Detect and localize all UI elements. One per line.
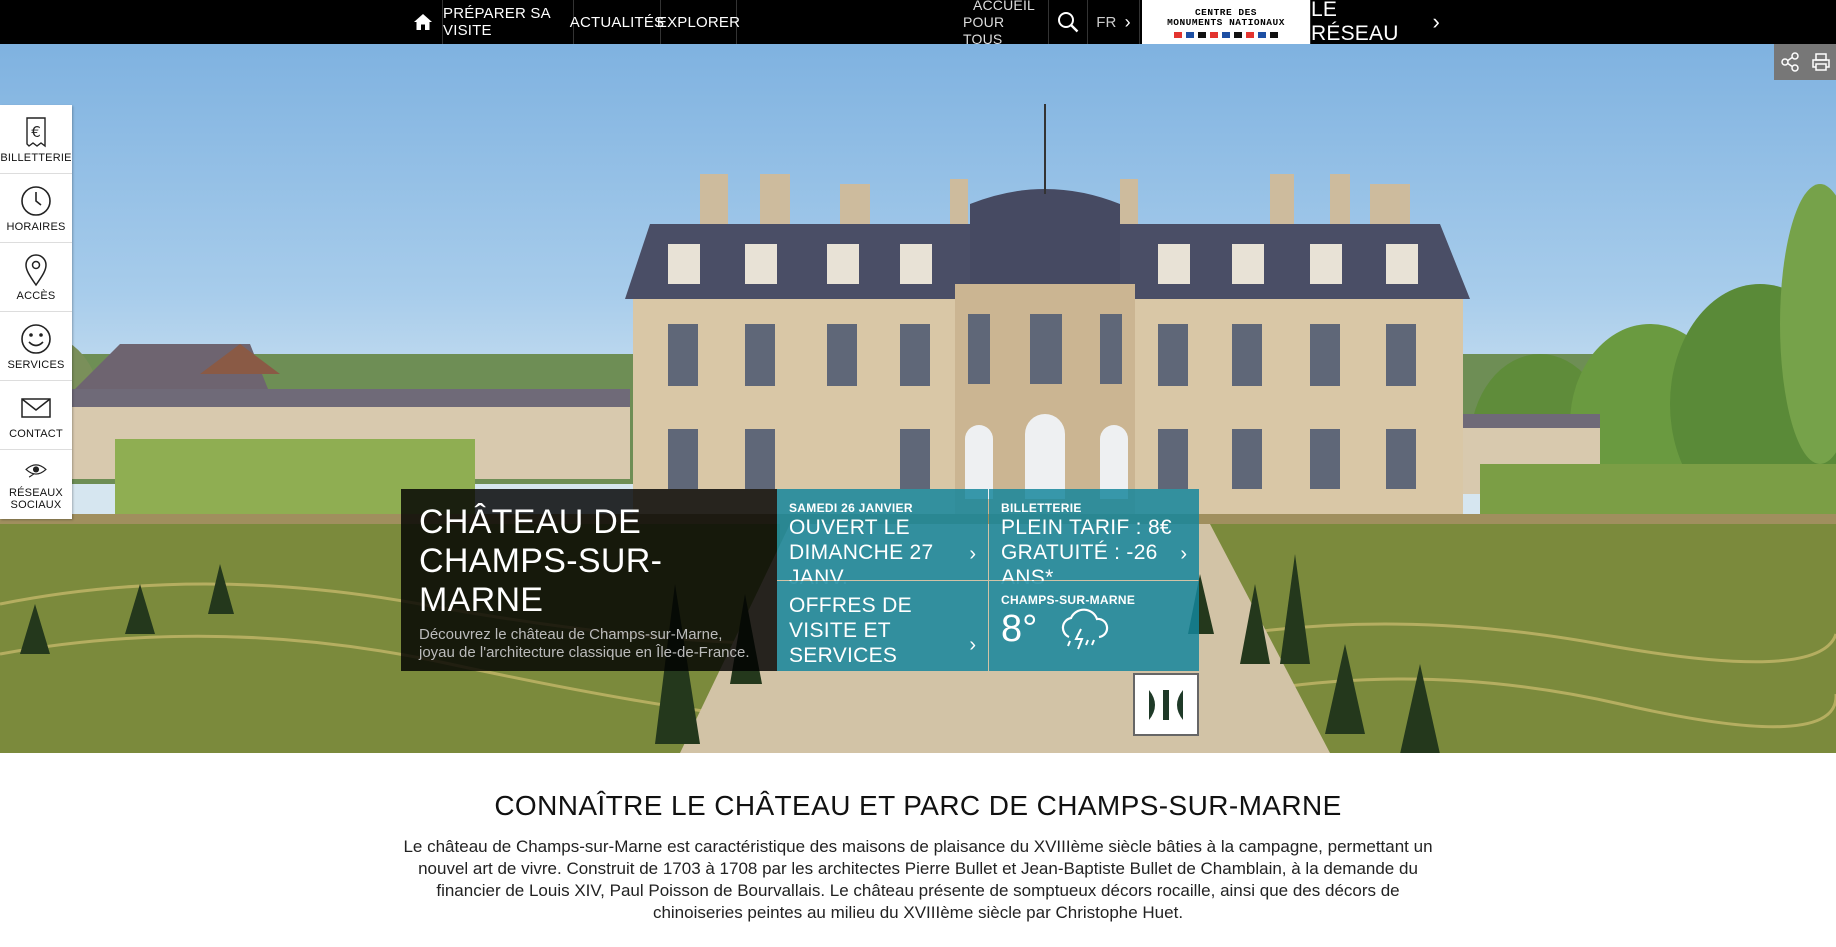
chevron-right-icon: › [969,543,976,565]
section-title: CONNAÎTRE LE CHÂTEAU ET PARC DE CHAMPS-S… [494,790,1342,821]
jardin-remarquable-badge[interactable] [1133,673,1199,736]
opening-text: OUVERT LE DIMANCHE 27 JANV. [789,516,934,589]
offres-box[interactable]: OFFRES DE VISITE ET SERVICES › [777,581,988,671]
quick-services[interactable]: SERVICES [0,312,72,381]
social-eye-icon [25,464,47,478]
share-print-tools [1774,44,1836,80]
hero-title-card: CHÂTEAU DE CHAMPS-SUR-MARNE Découvrez le… [401,489,777,671]
language-selector[interactable]: FR › [1088,0,1140,44]
language-label: FR [1096,13,1117,31]
reseaux-line1: RÉSEAUX [9,487,63,499]
print-button[interactable] [1805,44,1836,80]
billetterie-box[interactable]: BILLETTERIE PLEIN TARIF : 8€ GRATUITÉ : … [989,489,1199,589]
quick-acces-label: ACCÈS [16,289,56,302]
offres-text: OFFRES DE VISITE ET SERVICES [789,594,912,667]
chevron-right-icon: › [1180,543,1187,565]
accueil-line2: POUR TOUS [963,13,1005,47]
quick-reseaux-sociaux[interactable]: RÉSEAUX SOCIAUX [0,450,72,519]
top-nav-bar: PRÉPARER SA VISITE ACTUALITÉS EXPLORER A… [0,0,1836,47]
map-pin-icon [25,253,47,286]
billet-label: BILLETTERIE [1001,501,1082,515]
weather-place: CHAMPS-SUR-MARNE [1001,593,1136,607]
cmn-logo[interactable]: CENTRE DES MONUMENTS NATIONAUX [1142,0,1310,44]
reseau-label: LE RÉSEAU [1311,0,1399,45]
envelope-icon [21,397,51,418]
plein-tarif: PLEIN TARIF : 8€ [1001,516,1172,539]
nav-actualites[interactable]: ACTUALITÉS [570,0,664,44]
search-icon [1058,12,1079,33]
hero-subtitle: Découvrez le château de Champs-sur-Marne… [419,626,750,661]
logo-color-marks [1174,32,1278,38]
quick-links-sidebar: € BILLETTERIE HORAIRES ACCÈS SERVICES CO… [0,105,72,519]
nav-preparer-visite[interactable]: PRÉPARER SA VISITE [443,0,574,44]
quick-billetterie[interactable]: € BILLETTERIE [0,105,72,174]
rain-cloud-icon [1062,608,1109,650]
quick-reseaux-sociaux-label: RÉSEAUX SOCIAUX [9,487,63,511]
weather-box: CHAMPS-SUR-MARNE 8° [989,581,1199,671]
chevron-right-icon: › [1124,11,1131,32]
euro-ticket-icon: € [26,116,46,147]
nav-accueil-pour-tous[interactable]: ACCUEIL POUR TOUS [963,0,1045,47]
home-icon [413,14,432,30]
jardin-remarquable-logo [1149,689,1183,720]
quick-horaires-label: HORAIRES [6,220,66,233]
page-title: CHÂTEAU DE CHAMPS-SUR-MARNE [419,503,663,619]
weather-temperature: 8° [1001,608,1038,650]
quick-acces[interactable]: ACCÈS [0,243,72,312]
nav-le-reseau[interactable]: LE RÉSEAU › [1310,0,1440,45]
smiley-icon [21,323,51,354]
reseaux-line2: SOCIAUX [10,499,62,511]
logo-line2: MONUMENTS NATIONAUX [1167,17,1285,28]
opening-info-box[interactable]: SAMEDI 26 JANVIER OUVERT LE DIMANCHE 27 … [777,489,988,589]
svg-text:€: € [31,123,41,141]
home-button[interactable] [403,0,443,44]
chevron-right-icon: › [1432,9,1440,34]
search-button[interactable] [1048,0,1088,44]
nav-explorer[interactable]: EXPLORER [657,0,740,44]
chevron-right-icon: › [969,634,976,656]
clock-icon [21,185,51,216]
quick-contact-label: CONTACT [9,427,63,440]
share-button[interactable] [1774,44,1805,80]
accueil-line1: ACCUEIL [972,0,1036,13]
share-icon [1780,52,1799,72]
section-text: Le château de Champs-sur-Marne est carac… [403,837,1433,922]
quick-horaires[interactable]: HORAIRES [0,174,72,243]
date-label: SAMEDI 26 JANVIER [789,501,913,515]
print-icon [1811,53,1830,71]
quick-services-label: SERVICES [7,358,65,371]
quick-contact[interactable]: CONTACT [0,381,72,450]
quick-billetterie-label: BILLETTERIE [0,151,72,164]
